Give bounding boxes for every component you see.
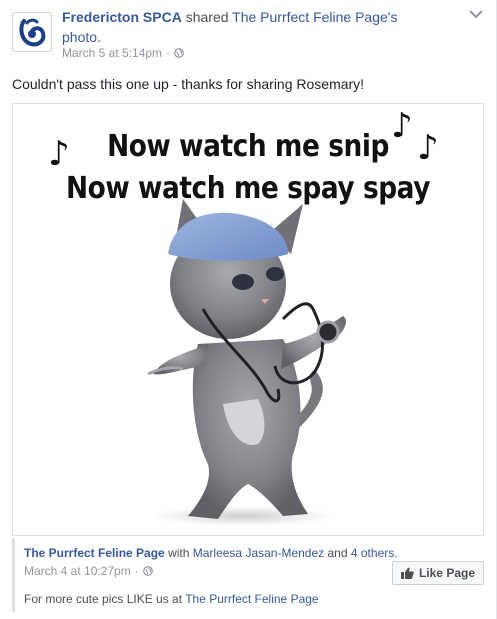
with-text: with: [168, 546, 190, 560]
feed-post: Fredericton SPCA shared The Purrfect Fel…: [0, 0, 497, 619]
like-page-label: Like Page: [418, 566, 475, 580]
original-post-meta: March 4 at 10:27pm ·: [24, 564, 153, 578]
like-page-button[interactable]: Like Page: [391, 561, 484, 585]
post-timestamp[interactable]: March 5 at 5:14pm: [62, 46, 162, 60]
original-description: For more cute pics LIKE us at The Purrfe…: [24, 592, 319, 606]
page-avatar[interactable]: [12, 12, 52, 52]
meta-separator: ·: [134, 564, 139, 578]
post-meta: March 5 at 5:14pm ·: [62, 46, 184, 60]
description-page-link[interactable]: The Purrfect Feline Page: [185, 592, 318, 606]
original-post-attachment: The Purrfect Feline Page with Marleesa J…: [12, 538, 484, 612]
post-header: Fredericton SPCA shared The Purrfect Fel…: [62, 7, 422, 47]
original-post-header: The Purrfect Feline Page with Marleesa J…: [24, 546, 398, 560]
others-link[interactable]: 4 others.: [351, 546, 398, 560]
spca-logo-icon: [16, 16, 48, 48]
photo-link[interactable]: photo.: [62, 29, 101, 45]
meta-separator: ·: [166, 46, 171, 60]
shared-text: shared: [185, 9, 229, 25]
original-timestamp[interactable]: March 4 at 10:27pm: [24, 564, 131, 578]
post-status-text: Couldn't pass this one up - thanks for s…: [12, 76, 365, 92]
and-text: and: [327, 546, 348, 560]
globe-icon[interactable]: [142, 566, 153, 576]
source-page-link[interactable]: The Purrfect Feline Page's: [232, 9, 397, 25]
original-page-link[interactable]: The Purrfect Feline Page: [24, 546, 165, 560]
description-prefix: For more cute pics LIKE us at: [24, 592, 183, 606]
shared-photo[interactable]: ♪ ♪ ♪ Now watch me snip Now watch me spa…: [12, 103, 484, 536]
thumbs-up-icon: [400, 567, 414, 579]
page-name-link[interactable]: Fredericton SPCA: [62, 9, 182, 25]
chevron-down-icon[interactable]: [469, 9, 483, 19]
kitten-with-stethoscope-illustration: [147, 199, 346, 526]
globe-icon[interactable]: [174, 48, 184, 58]
tagged-person-link[interactable]: Marleesa Jasan-Mendez: [193, 546, 324, 560]
